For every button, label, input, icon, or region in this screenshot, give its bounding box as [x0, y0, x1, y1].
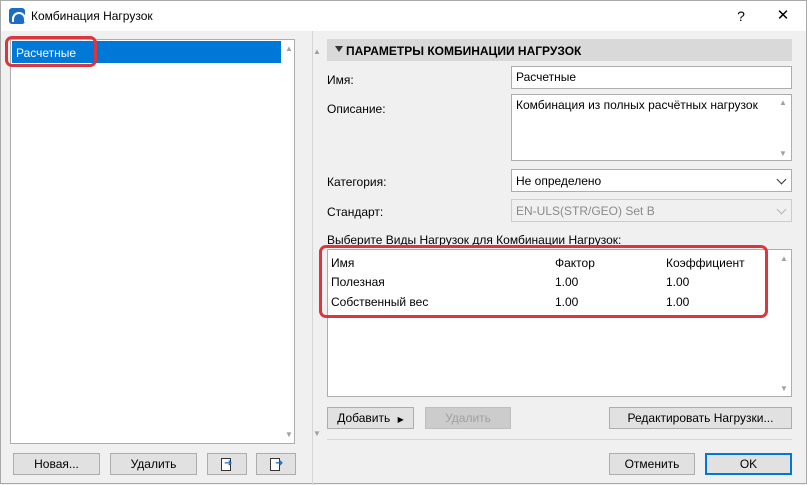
- standard-select: EN-ULS(STR/GEO) Set B: [511, 199, 792, 222]
- name-field[interactable]: Расчетные: [511, 66, 792, 89]
- title-bar: Комбинация Нагрузок ? ✕: [1, 1, 806, 31]
- section-header[interactable]: ПАРАМЕТРЫ КОМБИНАЦИИ НАГРУЗОК: [327, 39, 792, 61]
- help-button[interactable]: ?: [719, 1, 763, 31]
- panel-divider: [312, 31, 313, 485]
- add-button[interactable]: Добавить ▶: [327, 407, 414, 429]
- window-title: Комбинация Нагрузок: [31, 9, 153, 23]
- scroll-up-icon[interactable]: ▲: [780, 254, 788, 263]
- combination-list[interactable]: Расчетные ▲ ▼: [10, 39, 295, 444]
- category-select[interactable]: Не определено: [511, 169, 792, 192]
- new-button[interactable]: Новая...: [13, 453, 100, 475]
- delete-button[interactable]: Удалить: [110, 453, 197, 475]
- import-button[interactable]: ➜: [207, 453, 247, 475]
- remove-button: Удалить: [425, 407, 511, 429]
- highlight-box-list: [5, 36, 97, 67]
- scroll-up-icon[interactable]: ▲: [285, 44, 293, 53]
- import-icon: ➜: [219, 457, 235, 472]
- cancel-button[interactable]: Отменить: [609, 453, 695, 475]
- scroll-up-icon[interactable]: ▲: [313, 47, 321, 56]
- description-label: Описание:: [327, 102, 386, 116]
- export-button[interactable]: ➜: [256, 453, 296, 475]
- dialog-window: Комбинация Нагрузок ? ✕ Расчетные ▲ ▼ Но…: [0, 0, 807, 485]
- standard-label: Стандарт:: [327, 205, 384, 219]
- triangle-right-icon: ▶: [397, 415, 404, 424]
- add-button-label: Добавить: [337, 411, 391, 425]
- description-field[interactable]: Комбинация из полных расчётных нагрузок: [511, 94, 792, 161]
- name-label: Имя:: [327, 73, 354, 87]
- triangle-down-icon: [335, 46, 343, 52]
- standard-value: EN-ULS(STR/GEO) Set B: [516, 204, 655, 218]
- scroll-down-icon[interactable]: ▼: [285, 430, 293, 439]
- edit-loads-button[interactable]: Редактировать Нагрузки...: [609, 407, 792, 429]
- app-icon: [9, 8, 26, 24]
- chevron-down-icon: [776, 204, 787, 215]
- close-button[interactable]: ✕: [761, 1, 805, 31]
- chevron-down-icon: [776, 174, 787, 185]
- scroll-down-icon[interactable]: ▼: [779, 149, 787, 158]
- bottom-divider: [327, 439, 792, 440]
- ok-button[interactable]: OK: [705, 453, 792, 475]
- scroll-down-icon[interactable]: ▼: [780, 384, 788, 393]
- category-value: Не определено: [516, 174, 602, 188]
- section-title: ПАРАМЕТРЫ КОМБИНАЦИИ НАГРУЗОК: [346, 44, 582, 58]
- export-icon: ➜: [268, 457, 284, 472]
- scroll-down-icon[interactable]: ▼: [313, 429, 321, 438]
- highlight-box-table: [319, 245, 768, 318]
- category-label: Категория:: [327, 175, 387, 189]
- scroll-up-icon[interactable]: ▲: [779, 98, 787, 107]
